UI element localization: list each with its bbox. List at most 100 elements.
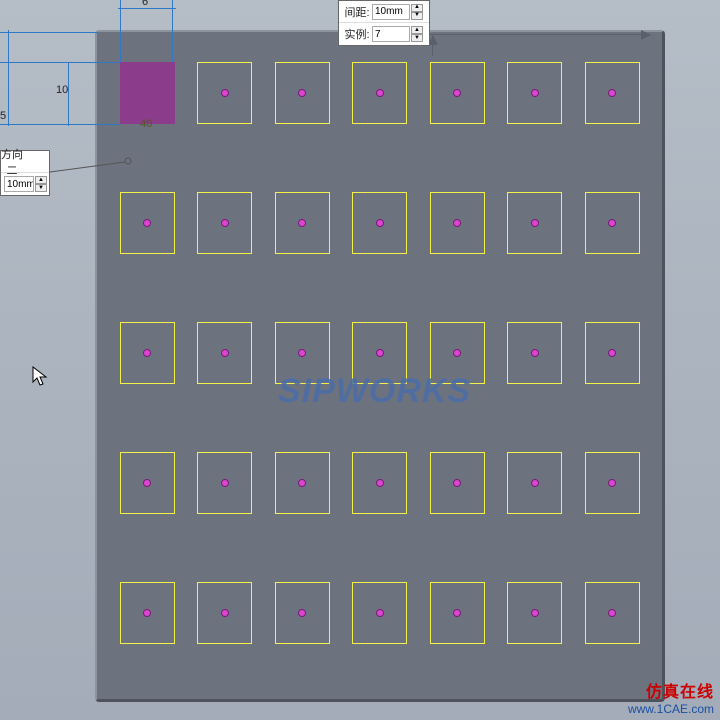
pattern-cell[interactable] [197, 192, 252, 254]
pattern-row-4 [97, 452, 662, 514]
direction-2-title: 方向二 [1, 146, 23, 178]
pattern-cell[interactable] [275, 62, 330, 124]
center-dot [376, 219, 384, 227]
pattern-cell[interactable] [585, 582, 640, 644]
center-dot [143, 219, 151, 227]
dimension-horizontal[interactable]: 6 [142, 0, 148, 8]
pattern-cell[interactable] [430, 452, 485, 514]
center-dot [531, 349, 539, 357]
pattern-cell[interactable] [507, 62, 562, 124]
center-dot [143, 479, 151, 487]
spinner-up-icon[interactable]: ▲ [35, 176, 47, 184]
center-dot [298, 219, 306, 227]
center-dot [376, 479, 384, 487]
center-dot [298, 479, 306, 487]
dimension-line[interactable] [8, 30, 9, 126]
pattern-row-2 [97, 192, 662, 254]
center-dot [453, 479, 461, 487]
count-label: 实例: [342, 26, 372, 42]
direction-1-panel[interactable]: 间距: ▲ ▼ 实例: ▲ ▼ [338, 0, 430, 46]
pattern-cell[interactable] [430, 62, 485, 124]
pattern-cell[interactable] [120, 192, 175, 254]
extension-line [120, 0, 121, 62]
pattern-cell[interactable] [120, 582, 175, 644]
spinner-down-icon[interactable]: ▼ [411, 12, 423, 20]
pattern-cell[interactable] [197, 582, 252, 644]
spacing-spinner[interactable]: ▲ ▼ [411, 4, 423, 20]
pattern-cell[interactable] [585, 322, 640, 384]
center-dot [453, 219, 461, 227]
center-dot [221, 349, 229, 357]
pattern-cell[interactable] [275, 192, 330, 254]
pattern-row-1 [97, 62, 662, 124]
extension-line [0, 62, 120, 63]
center-dot [608, 219, 616, 227]
pattern-cell[interactable] [585, 192, 640, 254]
center-dot [221, 479, 229, 487]
center-dot [221, 219, 229, 227]
pattern-cell[interactable] [585, 62, 640, 124]
pattern-row-5 [97, 582, 662, 644]
center-dot [608, 479, 616, 487]
pattern-cell[interactable] [197, 62, 252, 124]
center-dot [608, 349, 616, 357]
spinner-down-icon[interactable]: ▼ [411, 34, 423, 42]
center-dot [298, 89, 306, 97]
spacing-2-spinner[interactable]: ▲ ▼ [35, 176, 47, 192]
spinner-down-icon[interactable]: ▼ [35, 184, 47, 192]
pattern-cell[interactable] [507, 452, 562, 514]
pattern-cell[interactable] [507, 322, 562, 384]
center-dot [221, 89, 229, 97]
center-dot [376, 609, 384, 617]
center-dot [453, 349, 461, 357]
center-dot [453, 609, 461, 617]
pattern-cell[interactable] [507, 582, 562, 644]
extension-line [172, 0, 173, 62]
center-dot [608, 89, 616, 97]
center-dot [376, 89, 384, 97]
leader-line [50, 160, 140, 200]
direction-1-origin [432, 36, 433, 56]
pattern-cell[interactable] [197, 452, 252, 514]
pattern-cell[interactable] [120, 322, 175, 384]
extension-line [0, 124, 120, 125]
center-dot [531, 479, 539, 487]
dimension-vertical-2[interactable]: 5 [0, 110, 6, 122]
spinner-up-icon[interactable]: ▲ [411, 4, 423, 12]
pattern-cell[interactable] [275, 452, 330, 514]
pattern-cell[interactable] [352, 452, 407, 514]
center-dot [531, 89, 539, 97]
center-dot [298, 349, 306, 357]
dimension-origin[interactable]: 40 [140, 118, 152, 130]
count-input[interactable] [372, 26, 410, 42]
pattern-cell[interactable] [430, 192, 485, 254]
count-spinner[interactable]: ▲ ▼ [411, 26, 423, 42]
workplate-surface[interactable] [95, 30, 665, 702]
pattern-cell[interactable] [275, 582, 330, 644]
dimension-line[interactable] [118, 8, 176, 9]
pattern-cell[interactable] [585, 452, 640, 514]
spacing-label: 间距: [342, 4, 372, 20]
pattern-cell[interactable] [197, 322, 252, 384]
spacing-input[interactable] [372, 4, 410, 20]
pattern-cell[interactable] [352, 62, 407, 124]
pattern-cell[interactable] [352, 192, 407, 254]
spacing-input-2[interactable] [4, 176, 34, 192]
center-dot [376, 349, 384, 357]
dimension-vertical[interactable]: 10 [56, 84, 68, 96]
direction-1-arrow[interactable] [430, 34, 650, 35]
center-dot [531, 609, 539, 617]
footer-url: www.1CAE.com [628, 702, 714, 716]
spinner-up-icon[interactable]: ▲ [411, 26, 423, 34]
seed-cell[interactable] [120, 62, 175, 124]
footer-watermark: 仿真在线 www.1CAE.com [628, 678, 714, 716]
pattern-cell[interactable] [352, 582, 407, 644]
center-dot [143, 609, 151, 617]
center-dot [531, 219, 539, 227]
pattern-cell[interactable] [507, 192, 562, 254]
mouse-cursor-icon [32, 366, 48, 388]
extension-line [0, 32, 98, 33]
direction-2-panel[interactable]: 方向二 ▲ ▼ [0, 150, 50, 196]
pattern-cell[interactable] [430, 582, 485, 644]
pattern-cell[interactable] [120, 452, 175, 514]
